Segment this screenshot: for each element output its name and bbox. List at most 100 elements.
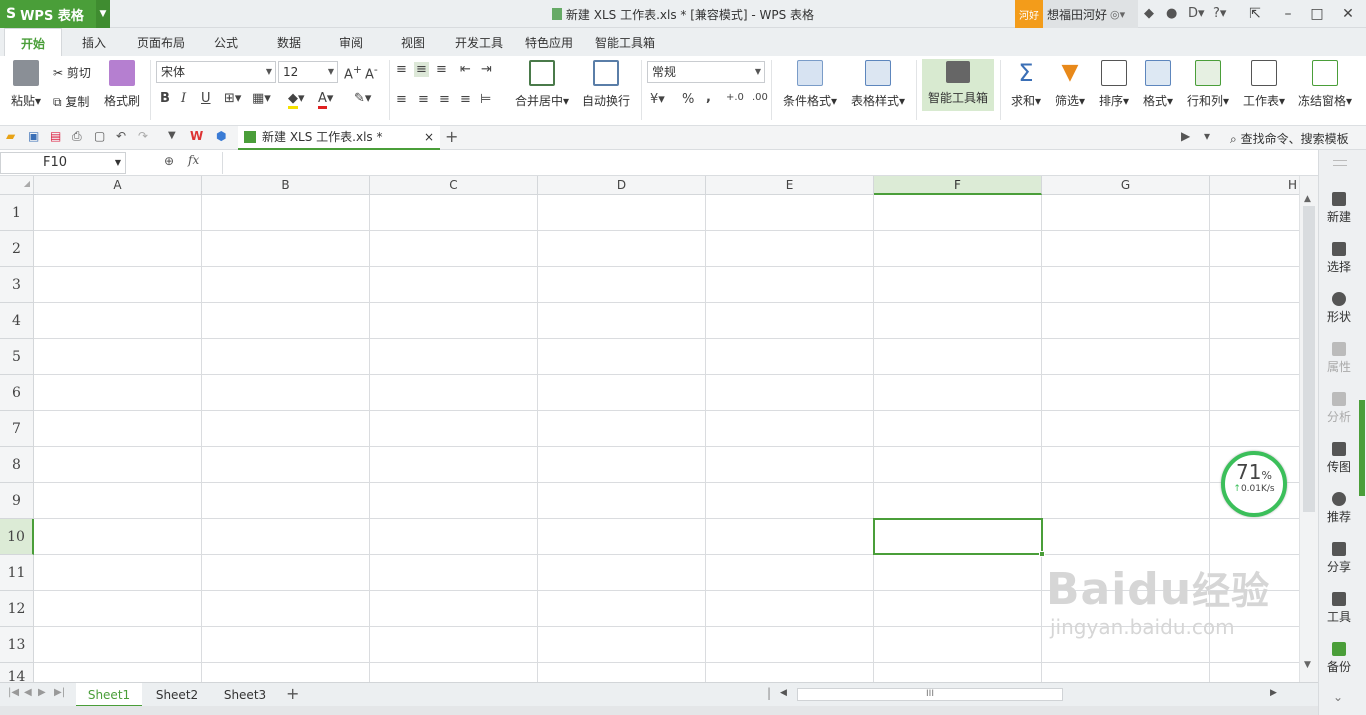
worksheet-button[interactable]: 工作表▾ [1238,60,1290,109]
network-speed-widget[interactable]: 71% ↑0.01K/s [1221,451,1287,517]
side-property-button[interactable]: 属性 [1319,342,1359,375]
column-header[interactable]: B [202,176,370,195]
redo-icon[interactable]: ↷ [138,129,148,143]
comma-button[interactable]: , [706,90,711,105]
collapse-ribbon-icon[interactable]: ▾ [1204,129,1210,143]
justify-icon[interactable]: ≡ [460,92,471,107]
sum-button[interactable]: Σ 求和▾ [1006,60,1046,109]
row-header[interactable]: 11 [0,555,34,591]
panel-expand-handle[interactable] [1359,400,1365,496]
underline-button[interactable]: U [201,91,211,106]
indent-increase-icon[interactable]: ⇥ [481,62,492,77]
side-analysis-button[interactable]: 分析 [1319,392,1359,425]
sheet-tab[interactable]: Sheet3 [212,683,278,707]
active-cell[interactable] [873,518,1045,557]
document-tab[interactable]: 新建 XLS 工作表.xls * × [238,126,440,150]
cell-border-style-icon[interactable]: ▦▾ [252,91,271,106]
user-badge[interactable]: 河好 [1015,0,1043,28]
grow-font-icon[interactable]: A+ [344,63,362,82]
sheet-tab[interactable]: Sheet2 [144,683,210,707]
maximize-button[interactable]: □ [1302,0,1332,28]
increase-decimal-icon[interactable]: +.0 [726,92,744,103]
row-header[interactable]: 7 [0,411,34,447]
row-header[interactable]: 5 [0,339,34,375]
row-header[interactable]: 9 [0,483,34,519]
percent-button[interactable]: % [682,92,694,107]
next-sheet-icon[interactable]: ▶ [38,687,46,698]
scroll-thumb[interactable] [1303,206,1315,512]
fill-handle[interactable] [1039,551,1045,557]
align-top-icon[interactable]: ≡ [396,62,407,77]
last-sheet-icon[interactable]: ▶| [54,687,65,698]
row-header[interactable]: 8 [0,447,34,483]
indent-decrease-icon[interactable]: ⇤ [460,62,471,77]
cube-icon[interactable]: ⬢ [216,129,226,143]
scroll-right-icon[interactable]: ▶ [1270,688,1277,698]
select-all-corner[interactable]: ◢ [0,176,34,195]
freeze-panes-button[interactable]: 冻结窗格▾ [1294,60,1356,109]
tab-data[interactable]: 数据 [277,28,301,56]
tab-special[interactable]: 特色应用 [525,28,573,56]
column-header-selected[interactable]: F [874,176,1042,195]
sheet-tab[interactable]: Sheet1 [76,683,142,707]
zoom-search-icon[interactable]: ⊕ [164,154,174,168]
side-tools-button[interactable]: 工具 [1319,592,1359,625]
distributed-icon[interactable]: ⊨ [480,92,491,107]
row-header[interactable]: 2 [0,231,34,267]
search-commands[interactable]: ⌕ 查找命令、搜索模板 [1230,130,1349,147]
filter-button[interactable]: ▼ 筛选▾ [1050,60,1090,109]
align-right-icon[interactable]: ≡ [439,92,450,107]
row-header[interactable]: 6 [0,375,34,411]
undo-icon[interactable]: ↶ [116,129,126,143]
format-button[interactable]: 格式▾ [1138,60,1178,109]
decrease-decimal-icon[interactable]: .00 [752,92,768,103]
font-size-select[interactable]: 12 ▼ [278,61,338,83]
column-header[interactable]: C [370,176,538,195]
side-recommend-button[interactable]: 推荐 [1319,492,1359,525]
customize-qat-icon[interactable]: ▼ [168,130,176,141]
row-header[interactable]: 14 [0,663,34,682]
scroll-down-icon[interactable]: ▼ [1304,660,1311,670]
add-tab-icon[interactable]: + [445,127,458,146]
print-preview-icon[interactable]: ▢ [94,129,105,143]
tab-page-layout[interactable]: 页面布局 [137,28,185,56]
scroll-left-icon[interactable]: ◀ [780,688,787,698]
number-format-select[interactable]: 常规 ▼ [647,61,765,83]
user-dropdown-icon[interactable]: ◎▾ [1110,8,1125,21]
table-style-button[interactable]: 表格样式▾ [846,60,910,109]
align-bottom-icon[interactable]: ≡ [436,62,447,77]
tab-review[interactable]: 审阅 [339,28,363,56]
tab-insert[interactable]: 插入 [82,28,106,56]
side-new-button[interactable]: 新建 [1319,192,1359,225]
scroll-up-icon[interactable]: ▲ [1304,194,1311,204]
side-shape-button[interactable]: 形状 [1319,292,1359,325]
splitter-icon[interactable]: | [767,686,771,700]
minimize-button[interactable]: – [1273,0,1303,28]
tab-view[interactable]: 视图 [401,28,425,56]
column-header[interactable]: E [706,176,874,195]
row-header[interactable]: 1 [0,195,34,231]
row-header[interactable]: 4 [0,303,34,339]
add-sheet-icon[interactable]: + [286,684,299,703]
restore-window-icon[interactable]: ⇱ [1240,0,1270,28]
formula-input[interactable] [222,152,1318,174]
side-upload-image-button[interactable]: 传图 [1319,442,1359,475]
row-header[interactable]: 12 [0,591,34,627]
column-header[interactable]: G [1042,176,1210,195]
chevron-down-icon[interactable]: ⌄ [1333,690,1343,704]
italic-button[interactable]: I [181,91,186,106]
row-header[interactable]: 13 [0,627,34,663]
spreadsheet-grid[interactable]: ◢ A B C D E F G H 1 2 3 4 5 6 7 8 9 10 1… [0,176,1299,682]
wrap-text-button[interactable]: 自动换行 [578,60,634,109]
border-icon[interactable]: ⊞▾ [224,91,241,106]
side-share-button[interactable]: 分享 [1319,542,1359,575]
save-icon[interactable]: ▣ [28,129,39,143]
wps-home-icon[interactable]: W [190,129,203,143]
tab-formulas[interactable]: 公式 [214,28,238,56]
merge-center-button[interactable]: 合并居中▾ [510,60,574,109]
paste-button[interactable]: 粘贴▾ [6,60,46,109]
shrink-font-icon[interactable]: A- [365,63,378,82]
fill-color-icon[interactable]: ◆▾ [288,91,305,109]
open-folder-icon[interactable]: ▰ [6,129,15,143]
align-center-icon[interactable]: ≡ [418,92,429,107]
